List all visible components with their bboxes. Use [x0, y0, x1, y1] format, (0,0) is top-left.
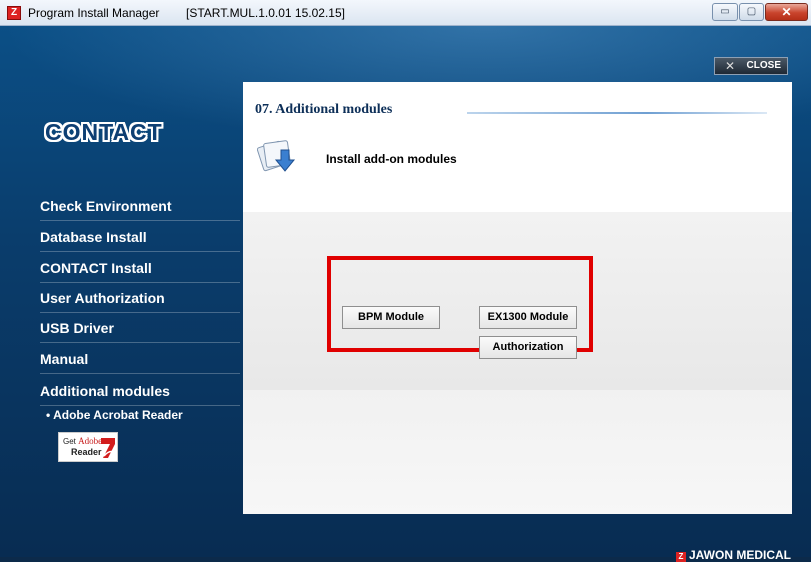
window-titlebar: Z Program Install Manager [START.MUL.1.0…: [0, 0, 811, 26]
install-description: Install add-on modules: [326, 152, 457, 166]
get-adobe-reader-badge[interactable]: Get Adobe Reader: [58, 432, 118, 462]
sidebar-item-contact-install[interactable]: CONTACT Install: [40, 253, 240, 283]
window-version: [START.MUL.1.0.01 15.02.15]: [186, 6, 345, 20]
ex1300-module-button[interactable]: EX1300 Module: [479, 306, 577, 329]
sidebar-item-additional-modules[interactable]: Additional modules: [40, 376, 240, 406]
window-title: Program Install Manager: [28, 6, 160, 20]
adobe-reader-text: Reader: [71, 447, 102, 457]
sidebar-item-usb-driver[interactable]: USB Driver: [40, 313, 240, 343]
app-icon: Z: [7, 6, 21, 20]
window-close-button[interactable]: ✕: [765, 3, 808, 21]
jawon-logo-icon: Z: [676, 552, 686, 562]
panel-footer: [243, 390, 792, 514]
sidebar-item-database-install[interactable]: Database Install: [40, 222, 240, 252]
sidebar-item-user-authorization[interactable]: User Authorization: [40, 283, 240, 313]
close-button[interactable]: ✕ CLOSE: [714, 57, 788, 75]
install-icon: [257, 140, 296, 172]
content-panel: 07. Additional modules Install add-on mo…: [243, 82, 792, 514]
maximize-button[interactable]: ▢: [739, 3, 764, 21]
title-underline: [467, 112, 767, 114]
close-label: CLOSE: [746, 60, 781, 71]
adobe-get-text: Get Adobe: [63, 436, 103, 446]
bpm-module-button[interactable]: BPM Module: [342, 306, 440, 329]
authorization-button[interactable]: Authorization: [479, 336, 577, 359]
adobe-reader-icon: [101, 438, 115, 458]
contact-logo: CONTACT: [45, 119, 163, 145]
sidebar-item-check-environment[interactable]: Check Environment: [40, 191, 240, 221]
sidebar-subitem-adobe-reader[interactable]: • Adobe Acrobat Reader: [46, 408, 183, 422]
section-title: 07. Additional modules: [255, 102, 393, 117]
panel-header: 07. Additional modules Install add-on mo…: [243, 82, 792, 212]
jawon-medical-logo: Z JAWON MEDICAL: [676, 548, 791, 562]
installer-body: ✕ CLOSE CONTACT Check Environment Databa…: [0, 26, 811, 562]
sidebar-item-manual[interactable]: Manual: [40, 344, 240, 374]
minimize-button[interactable]: ▭: [712, 3, 738, 21]
close-icon: ✕: [725, 59, 736, 73]
